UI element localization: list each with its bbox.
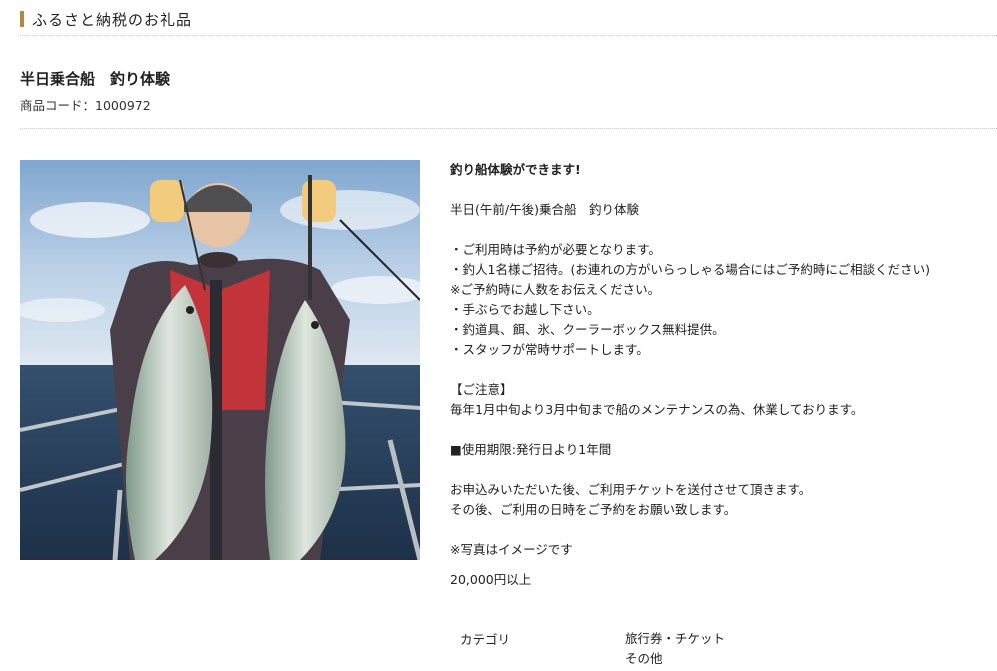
notice-heading: 【ご注意】 — [450, 382, 513, 397]
section-title: ふるさと納税のお礼品 — [32, 11, 193, 29]
description-bullet: ・スタッフが常時サポートします。 — [450, 342, 649, 357]
product-title: 半日乗合船 釣り体験 — [20, 70, 171, 88]
description-bullet: ※ご予約時に人数をお伝えください。 — [450, 282, 661, 297]
product-code: 商品コード：1000972 — [20, 95, 151, 114]
category-values: 旅行券・チケット その他 — [625, 629, 725, 669]
product-code-label: 商品コード： — [20, 98, 96, 113]
description-line: 半日(午前/午後)乗合船 釣り体験 — [450, 202, 639, 217]
divider — [20, 128, 997, 129]
product-photo — [20, 160, 420, 560]
section-accent-bar — [20, 11, 24, 27]
category-value: その他 — [625, 651, 663, 666]
category-value: 旅行券・チケット — [625, 631, 726, 646]
category-label: カテゴリ — [460, 632, 511, 647]
product-description: 釣り船体験ができます! 半日(午前/午後)乗合船 釣り体験 ・ご利用時は予約が必… — [450, 160, 990, 560]
description-headline: 釣り船体験ができます! — [450, 162, 581, 177]
description-bullet: ・釣人1名様ご招待。(お連れの方がいらっしゃる場合にはご予約時にご相談ください) — [450, 262, 930, 277]
notice-text: 毎年1月中旬より3月中旬まで船のメンテナンスの為、休業しております。 — [450, 402, 864, 417]
product-code-value: 1000972 — [95, 98, 151, 113]
description-bullet: ・釣道具、餌、氷、クーラーボックス無料提供。 — [450, 322, 725, 337]
after-text: その後、ご利用の日時をご予約をお願い致します。 — [450, 502, 737, 517]
description-bullet: ・ご利用時は予約が必要となります。 — [450, 242, 661, 257]
product-price: 20,000円以上 — [450, 572, 532, 587]
description-bullet: ・手ぶらでお越し下さい。 — [450, 302, 600, 317]
photo-note: ※写真はイメージです — [450, 542, 573, 557]
validity-text: ■使用期限:発行日より1年間 — [450, 442, 612, 457]
after-text: お申込みいただいた後、ご利用チケットを送付させて頂きます。 — [450, 482, 812, 497]
section-header: ふるさと納税のお礼品 — [20, 9, 997, 36]
